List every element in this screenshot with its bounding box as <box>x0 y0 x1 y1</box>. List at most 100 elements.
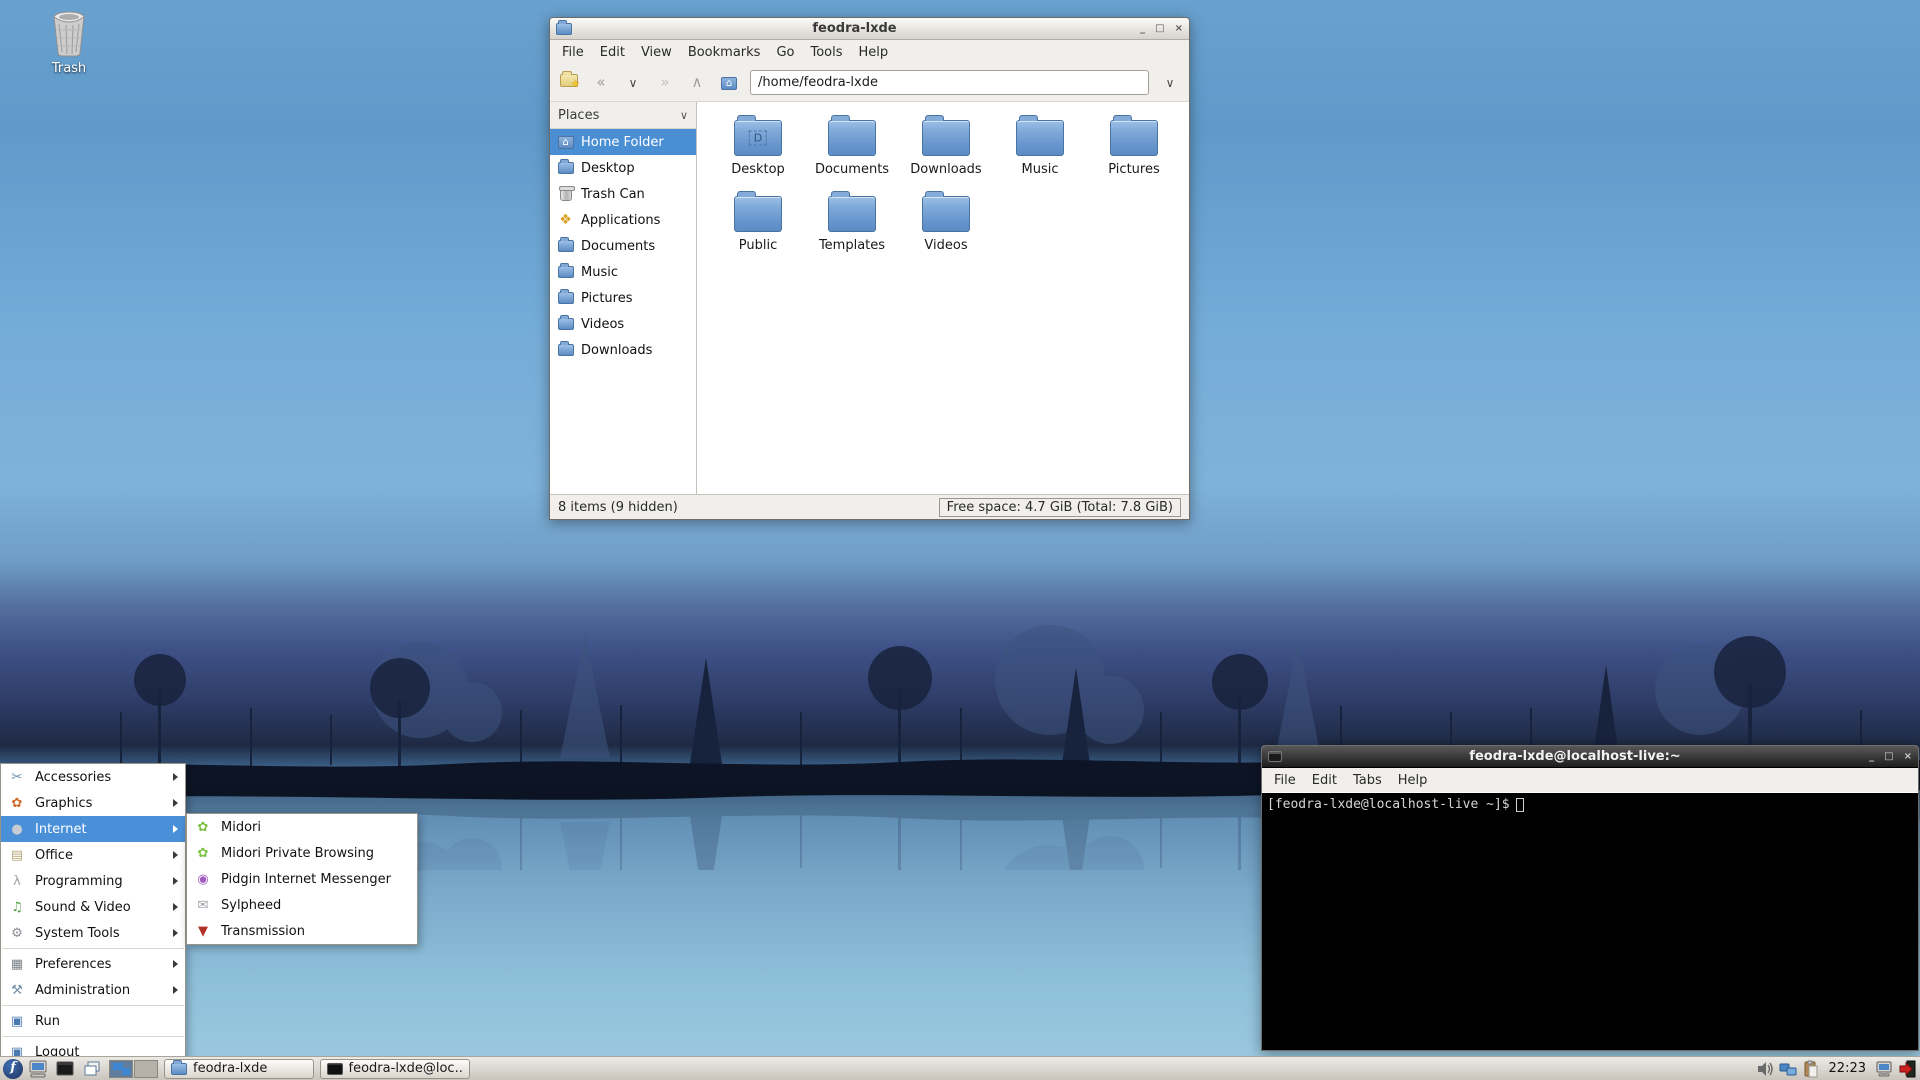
forward-button[interactable]: » <box>654 75 676 90</box>
terminal-screen-icon <box>56 1061 74 1075</box>
menu-item-graphics[interactable]: ✿ Graphics <box>1 790 185 816</box>
sidebar-item-downloads[interactable]: Downloads <box>550 337 696 363</box>
places-header-label: Places <box>558 107 600 123</box>
file-manager-launcher[interactable] <box>26 1058 50 1080</box>
sidebar-item-trash-can[interactable]: Trash Can <box>550 181 696 207</box>
fm-menu-edit[interactable]: Edit <box>592 42 633 63</box>
terminal-maximize-button[interactable]: □ <box>1884 751 1893 762</box>
places-selector[interactable]: Places ∨ <box>550 102 696 129</box>
sidebar-item-music[interactable]: Music <box>550 259 696 285</box>
folder-desktop[interactable]: Desktop <box>711 114 805 188</box>
menu-item-internet[interactable]: ● Internet <box>1 816 185 842</box>
submenu-item-sylpheed[interactable]: ✉ Sylpheed <box>187 892 417 918</box>
sidebar-item-applications[interactable]: ❖ Applications <box>550 207 696 233</box>
home-folder-icon: ⌂ <box>557 135 574 149</box>
menu-item-sound-video[interactable]: ♫ Sound & Video <box>1 894 185 920</box>
fm-menu-view[interactable]: View <box>633 42 680 63</box>
submenu-item-midori-private[interactable]: ✿ Midori Private Browsing <box>187 840 417 866</box>
menu-item-system-tools[interactable]: ⚙ System Tools <box>1 920 185 946</box>
terminal-screen-icon <box>327 1062 343 1075</box>
show-desktop-button[interactable] <box>80 1058 104 1080</box>
sidebar-item-home-folder[interactable]: ⌂ Home Folder <box>550 129 696 155</box>
terminal-menu-help[interactable]: Help <box>1390 770 1436 791</box>
terminal-menu-file[interactable]: File <box>1266 770 1304 791</box>
workspace-2[interactable] <box>134 1059 158 1078</box>
fm-titlebar-folder-icon <box>556 19 572 35</box>
home-button[interactable]: ⌂ <box>718 75 740 90</box>
folder-music[interactable]: Music <box>993 114 1087 188</box>
menu-item-run[interactable]: ▣ Run <box>1 1008 185 1034</box>
fm-maximize-button[interactable]: □ <box>1155 23 1164 34</box>
menu-item-accessories[interactable]: ✂ Accessories <box>1 764 185 790</box>
menu-separator <box>2 1036 184 1037</box>
desktop-trash[interactable]: Trash <box>34 10 104 76</box>
menu-item-programming[interactable]: λ Programming <box>1 868 185 894</box>
terminal-cursor <box>1515 798 1524 812</box>
applications-icon: ❖ <box>559 212 572 228</box>
network-icon[interactable] <box>1778 1059 1798 1079</box>
terminal-content[interactable]: [feodra-lxde@localhost-live ~]$ <box>1262 792 1918 1050</box>
app-menu-button[interactable]: f <box>3 1058 23 1079</box>
fm-minimize-button[interactable]: _ <box>1140 23 1145 34</box>
new-tab-button[interactable] <box>558 71 580 91</box>
desktop: { "desktop": { "trash_label": "Trash" },… <box>0 0 1920 1080</box>
fm-menu-file[interactable]: File <box>554 42 592 63</box>
fm-close-button[interactable]: × <box>1175 23 1183 34</box>
submenu-arrow-icon <box>173 929 178 937</box>
terminal-close-button[interactable]: × <box>1904 751 1912 762</box>
submenu-arrow-icon <box>173 799 178 807</box>
submenu-item-pidgin[interactable]: ◉ Pidgin Internet Messenger <box>187 866 417 892</box>
volume-icon[interactable] <box>1755 1059 1775 1079</box>
folder-documents[interactable]: Documents <box>805 114 899 188</box>
taskbar-window-terminal[interactable]: feodra-lxde@loc... <box>320 1058 470 1079</box>
submenu-arrow-icon <box>173 773 178 781</box>
folder-pictures[interactable]: Pictures <box>1087 114 1181 188</box>
fm-menu-bookmarks[interactable]: Bookmarks <box>680 42 769 63</box>
fm-menu-help[interactable]: Help <box>851 42 897 63</box>
history-dropdown-button[interactable]: ∨ <box>622 76 644 90</box>
submenu-item-transmission[interactable]: ▼ Transmission <box>187 918 417 944</box>
pidgin-icon: ◉ <box>197 871 209 887</box>
terminal-menu-edit[interactable]: Edit <box>1304 770 1345 791</box>
path-input[interactable] <box>750 70 1149 95</box>
screen-lock-icon[interactable] <box>1874 1059 1894 1079</box>
file-manager-window: feodra-lxde _ □ × File Edit View Bookmar… <box>549 17 1190 520</box>
clipboard-icon[interactable] <box>1801 1059 1821 1079</box>
clock[interactable]: 22:23 <box>1824 1061 1871 1076</box>
internet-submenu: ✿ Midori ✿ Midori Private Browsing ◉ Pid… <box>186 813 418 945</box>
workspace-1[interactable] <box>109 1059 133 1078</box>
submenu-arrow-icon <box>173 825 178 833</box>
menu-item-administration[interactable]: ⚒ Administration <box>1 977 185 1003</box>
sidebar-item-documents[interactable]: Documents <box>550 233 696 259</box>
folder-videos[interactable]: Videos <box>899 190 993 264</box>
submenu-arrow-icon <box>173 903 178 911</box>
terminal-menubar: File Edit Tabs Help <box>1262 768 1918 792</box>
terminal-titlebar[interactable]: feodra-lxde@localhost-live:~ _ □ × <box>1262 746 1918 768</box>
folder-public[interactable]: Public <box>711 190 805 264</box>
logout-icon[interactable] <box>1897 1059 1917 1079</box>
submenu-item-midori[interactable]: ✿ Midori <box>187 814 417 840</box>
sidebar-item-pictures[interactable]: Pictures <box>550 285 696 311</box>
up-button[interactable]: ∧ <box>686 75 708 90</box>
folder-templates[interactable]: Templates <box>805 190 899 264</box>
fm-file-grid: Desktop Documents Downloads Music Pictur… <box>697 102 1189 494</box>
sidebar-item-videos[interactable]: Videos <box>550 311 696 337</box>
sidebar-item-desktop[interactable]: Desktop <box>550 155 696 181</box>
trash-label: Trash <box>51 61 87 76</box>
taskbar-window-file-manager[interactable]: feodra-lxde <box>164 1058 314 1079</box>
menu-item-preferences[interactable]: ▦ Preferences <box>1 951 185 977</box>
back-button[interactable]: « <box>590 75 612 90</box>
fm-menu-go[interactable]: Go <box>768 42 802 63</box>
fm-menu-tools[interactable]: Tools <box>802 42 850 63</box>
jump-to-button[interactable]: ∨ <box>1159 76 1181 90</box>
home-icon: ⌂ <box>721 77 737 90</box>
terminal-menu-tabs[interactable]: Tabs <box>1345 770 1390 791</box>
folder-downloads[interactable]: Downloads <box>899 114 993 188</box>
menu-item-office[interactable]: ▤ Office <box>1 842 185 868</box>
terminal-minimize-button[interactable]: _ <box>1869 751 1874 762</box>
fm-toolbar: « ∨ » ∧ ⌂ ∨ <box>550 64 1189 102</box>
folder-icon <box>1110 115 1158 156</box>
terminal-launcher[interactable] <box>53 1058 77 1080</box>
fm-titlebar[interactable]: feodra-lxde _ □ × <box>550 18 1189 40</box>
folder-icon <box>1016 115 1064 156</box>
